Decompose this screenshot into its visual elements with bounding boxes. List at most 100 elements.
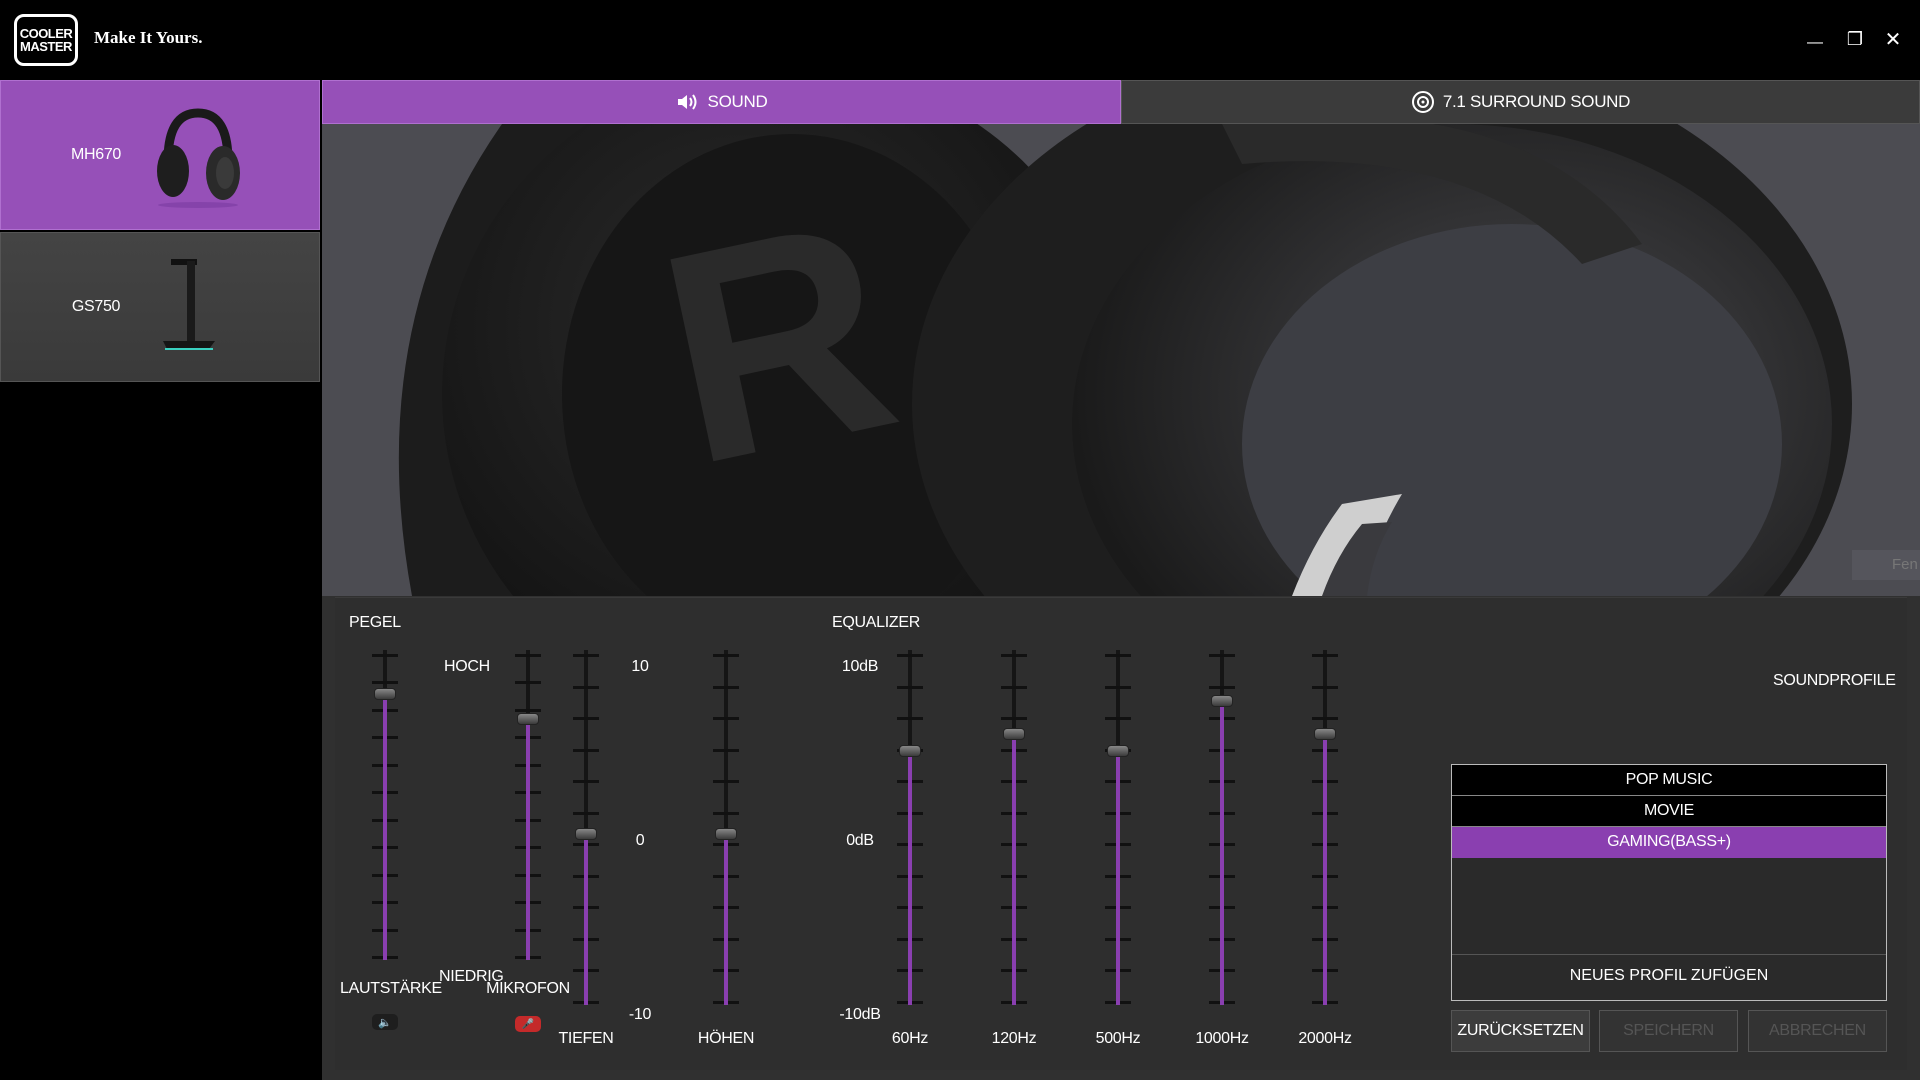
- device-sidebar: MH670 GS750: [0, 80, 320, 1080]
- slider-tick: [1312, 686, 1338, 689]
- bass-slider[interactable]: [566, 650, 606, 1005]
- tab-sound[interactable]: SOUND: [322, 80, 1121, 124]
- restore-button[interactable]: ❐: [1840, 24, 1870, 54]
- close-icon: ✕: [1884, 28, 1902, 51]
- treble-slider[interactable]: [706, 650, 746, 1005]
- speaker-small-icon: 🔈: [378, 1016, 392, 1029]
- tone-scale-mid: 0: [635, 832, 645, 849]
- slider-thumb[interactable]: [374, 688, 396, 700]
- close-button[interactable]: ✕: [1878, 24, 1908, 54]
- eq-slider-1000hz[interactable]: [1202, 650, 1242, 1005]
- slider-tick: [713, 686, 739, 689]
- slider-tick: [1209, 686, 1235, 689]
- eq-scale-mid: 0dB: [846, 832, 874, 849]
- slider-tick: [1001, 686, 1027, 689]
- slider-fill: [1323, 734, 1327, 1005]
- minimize-button[interactable]: —: [1800, 24, 1830, 54]
- slider-thumb[interactable]: [899, 745, 921, 757]
- profile-list-empty-area: [1452, 858, 1886, 955]
- profile-item-movie[interactable]: MOVIE: [1452, 796, 1886, 827]
- slider-thumb[interactable]: [575, 828, 597, 840]
- logo-line-2: MASTER: [20, 39, 72, 54]
- soundprofile-list: POP MUSIC MOVIE GAMING(BASS+) NEUES PROF…: [1451, 764, 1887, 1001]
- reset-label: ZURÜCKSETZEN: [1457, 1022, 1584, 1039]
- cooler-master-logo: COOLER MASTER: [14, 14, 78, 66]
- eq-label-1000hz: 1000Hz: [1195, 1030, 1249, 1047]
- headset-illustration: R: [322, 124, 1920, 596]
- slider-thumb[interactable]: [1211, 695, 1233, 707]
- eq-label-60hz: 60Hz: [891, 1030, 929, 1047]
- slider-thumb[interactable]: [1003, 728, 1025, 740]
- bass-label: TIEFEN: [558, 1030, 614, 1047]
- restore-icon: ❐: [1846, 28, 1864, 49]
- headset-stand-icon: [163, 259, 215, 350]
- volume-label: LAUTSTÄRKE: [340, 980, 442, 997]
- tone-scale-bottom: -10: [628, 1006, 652, 1023]
- tone-scale-top: 10: [631, 658, 649, 675]
- treble-label: HÖHEN: [697, 1030, 755, 1047]
- slider-tick: [713, 812, 739, 815]
- profile-label: POP MUSIC: [1625, 771, 1713, 788]
- tab-bar: SOUND 7.1 SURROUND SOUND: [322, 80, 1920, 124]
- volume-slider[interactable]: [365, 650, 405, 960]
- add-profile-label: NEUES PROFIL ZUFÜGEN: [1569, 967, 1769, 984]
- eq-slider-60hz[interactable]: [890, 650, 930, 1005]
- slider-tick: [897, 654, 923, 657]
- pegel-title: PEGEL: [349, 614, 401, 631]
- tab-label: SOUND: [707, 92, 768, 111]
- device-item-mh670[interactable]: MH670: [0, 80, 320, 230]
- main-content: SOUND 7.1 SURROUND SOUND R Fen PEGEL HOC…: [322, 80, 1920, 1080]
- microphone-muted-icon: 🎤: [521, 1018, 535, 1030]
- slider-thumb[interactable]: [517, 713, 539, 725]
- slider-tick: [713, 780, 739, 783]
- eq-scale-bottom: -10dB: [839, 1006, 881, 1023]
- profile-item-gaming-bass[interactable]: GAMING(BASS+): [1452, 827, 1886, 858]
- eq-slider-120hz[interactable]: [994, 650, 1034, 1005]
- equalizer-title: EQUALIZER: [832, 614, 920, 631]
- profile-item-pop-music[interactable]: POP MUSIC: [1452, 765, 1886, 796]
- hidden-side-button-label: Fen: [1892, 556, 1918, 573]
- slider-fill: [584, 834, 588, 1005]
- tab-label: 7.1 SURROUND SOUND: [1442, 92, 1631, 111]
- eq-scale-top: 10dB: [841, 658, 879, 675]
- slider-thumb[interactable]: [715, 828, 737, 840]
- slider-tick: [1312, 717, 1338, 720]
- slider-tick: [1001, 717, 1027, 720]
- speaker-icon: [677, 94, 697, 110]
- save-label: SPEICHERN: [1623, 1022, 1714, 1039]
- slider-tick: [1105, 717, 1131, 720]
- slider-tick: [1105, 654, 1131, 657]
- eq-label-2000hz: 2000Hz: [1298, 1030, 1352, 1047]
- microphone-mute-button[interactable]: 🎤: [515, 1016, 541, 1032]
- slider-tick: [1209, 654, 1235, 657]
- slider-tick: [515, 654, 541, 657]
- slider-thumb[interactable]: [1107, 745, 1129, 757]
- profile-label: GAMING(BASS+): [1607, 833, 1731, 850]
- slider-thumb[interactable]: [1314, 728, 1336, 740]
- slider-tick: [372, 681, 398, 684]
- pegel-high-label: HOCH: [444, 658, 490, 675]
- slider-fill: [908, 751, 912, 1005]
- slider-tick: [573, 812, 599, 815]
- slider-tick: [515, 709, 541, 712]
- slider-tick: [713, 654, 739, 657]
- tab-surround-sound[interactable]: 7.1 SURROUND SOUND: [1121, 80, 1920, 124]
- add-profile-button[interactable]: NEUES PROFIL ZUFÜGEN: [1452, 955, 1886, 997]
- hidden-side-button[interactable]: Fen: [1852, 550, 1920, 580]
- eq-slider-2000hz[interactable]: [1305, 650, 1345, 1005]
- eq-slider-500hz[interactable]: [1098, 650, 1138, 1005]
- app-window: COOLER MASTER Make It Yours. — ❐ ✕ MH670: [0, 0, 1920, 1080]
- device-item-gs750[interactable]: GS750: [0, 232, 320, 382]
- slider-tick: [1105, 686, 1131, 689]
- slider-tick: [573, 686, 599, 689]
- volume-mute-button[interactable]: 🔈: [372, 1014, 398, 1030]
- reset-button[interactable]: ZURÜCKSETZEN: [1451, 1010, 1590, 1052]
- microphone-slider[interactable]: [508, 650, 548, 960]
- save-button[interactable]: SPEICHERN: [1599, 1010, 1738, 1052]
- slider-tick: [573, 654, 599, 657]
- title-bar: COOLER MASTER Make It Yours. — ❐ ✕: [0, 0, 1920, 80]
- microphone-label: MIKROFON: [486, 980, 570, 997]
- headset-hero-image: R Fen: [322, 124, 1920, 596]
- slider-fill: [1116, 751, 1120, 1005]
- cancel-button[interactable]: ABBRECHEN: [1748, 1010, 1887, 1052]
